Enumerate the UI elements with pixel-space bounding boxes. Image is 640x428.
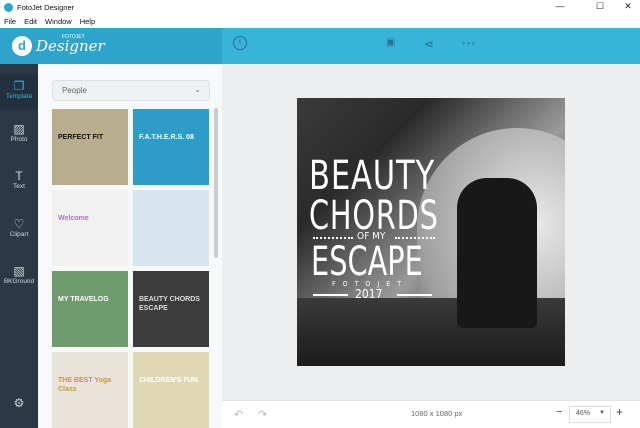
template-thumbnail[interactable]: CHILDREN'S FUN: [133, 352, 209, 428]
save-icon[interactable]: ▣: [386, 37, 395, 48]
template-thumbnail[interactable]: [133, 190, 209, 266]
thumbnail-title: MY TRAVELOG: [58, 296, 109, 303]
panel-scrollbar[interactable]: [214, 108, 218, 258]
sidebar-item-label: Clipart: [9, 231, 29, 238]
canvas-size: 1080 x 1080 px: [411, 409, 463, 418]
share-icon[interactable]: ⋖: [424, 37, 434, 51]
sidebar-item-label: BKGround: [3, 278, 35, 285]
chevron-down-icon: ⌄: [194, 85, 201, 94]
caret-down-icon: ▼: [599, 410, 605, 416]
design-text-beauty[interactable]: BEAUTY: [309, 156, 435, 196]
sidebar-item-label: Photo: [10, 136, 28, 143]
settings-icon[interactable]: ⚙: [0, 396, 38, 410]
menu-file[interactable]: File: [4, 17, 16, 26]
design-text-chords[interactable]: CHORDS: [309, 196, 439, 236]
thumbnail-title: BEAUTY CHORDS ESCAPE: [139, 296, 200, 312]
template-thumbnail[interactable]: BEAUTY CHORDS ESCAPE: [133, 271, 209, 347]
thumbnail-title: PERFECT FIT: [58, 134, 104, 141]
more-icon[interactable]: ∘∘∘: [461, 39, 476, 48]
sidebar-item-text[interactable]: T Text: [0, 169, 38, 190]
template-thumbnail[interactable]: PERFECT FIT: [52, 109, 128, 185]
brand-mark-icon: d: [12, 36, 32, 56]
sidebar-item-template[interactable]: ❐ Template: [0, 74, 38, 110]
menu-help[interactable]: Help: [80, 17, 95, 26]
sidebar-item-bkground[interactable]: ▧ BKGround: [0, 264, 38, 285]
thumbnail-title: F.A.T.H.E.R.S. 08: [139, 134, 194, 141]
divider-line: [397, 294, 432, 296]
undo-button[interactable]: ↶: [234, 408, 243, 421]
brand-sub: FOTOJET: [62, 34, 85, 40]
thumbnail-title: Welcome: [58, 215, 89, 222]
sidebar-item-clipart[interactable]: ♡ Clipart: [0, 217, 38, 238]
thumbnail-title: CHILDREN'S FUN: [139, 377, 198, 384]
template-thumbnail[interactable]: MY TRAVELOG: [52, 271, 128, 347]
redo-button[interactable]: ↷: [258, 408, 267, 421]
zoom-out-button[interactable]: −: [556, 406, 562, 418]
window-title: FotoJet Designer: [17, 2, 75, 12]
minimize-button[interactable]: —: [550, 1, 570, 11]
back-button[interactable]: ‹: [233, 36, 247, 50]
heart-icon: ♡: [13, 217, 25, 231]
brand-logo: d Designer FOTOJET: [0, 28, 222, 64]
sidebar-item-label: Template: [5, 93, 33, 100]
sidebar-item-photo[interactable]: ▨ Photo: [0, 122, 38, 143]
category-dropdown[interactable]: People ⌄: [52, 80, 210, 101]
design-photo-violinist: [457, 178, 537, 328]
zoom-select[interactable]: 46% ▼: [569, 406, 611, 423]
divider-line: [313, 294, 348, 296]
background-icon: ▧: [13, 264, 25, 278]
photo-icon: ▨: [13, 122, 25, 136]
title-bar: FotoJet Designer — ☐ ✕: [0, 0, 640, 14]
text-icon: T: [15, 169, 23, 183]
maximize-button[interactable]: ☐: [590, 1, 610, 12]
sidebar-item-label: Text: [13, 183, 25, 190]
sidebar: ❐ Template ▨ Photo T Text ♡ Clipart ▧ BK…: [0, 64, 38, 428]
category-value: People: [62, 86, 87, 95]
zoom-in-button[interactable]: +: [616, 405, 623, 419]
template-thumbnail[interactable]: THE BEST Yoga Class: [52, 352, 128, 428]
template-icon: ❐: [13, 79, 25, 93]
design-canvas[interactable]: BEAUTY CHORDS OF MY ESCAPE FOTOJET 2017: [297, 98, 565, 366]
close-button[interactable]: ✕: [618, 1, 638, 12]
template-thumbnail[interactable]: Welcome: [52, 190, 128, 266]
zoom-value: 46%: [576, 410, 591, 417]
template-thumbnail[interactable]: F.A.T.H.E.R.S. 08: [133, 109, 209, 185]
thumbnail-title: THE BEST Yoga Class: [58, 377, 112, 393]
design-text-year[interactable]: 2017: [355, 287, 382, 301]
app-logo-icon: [4, 2, 13, 12]
menu-bar: File Edit Window Help: [0, 14, 640, 28]
menu-edit[interactable]: Edit: [24, 17, 37, 26]
menu-window[interactable]: Window: [45, 17, 72, 26]
design-text-escape[interactable]: ESCAPE: [311, 242, 423, 282]
